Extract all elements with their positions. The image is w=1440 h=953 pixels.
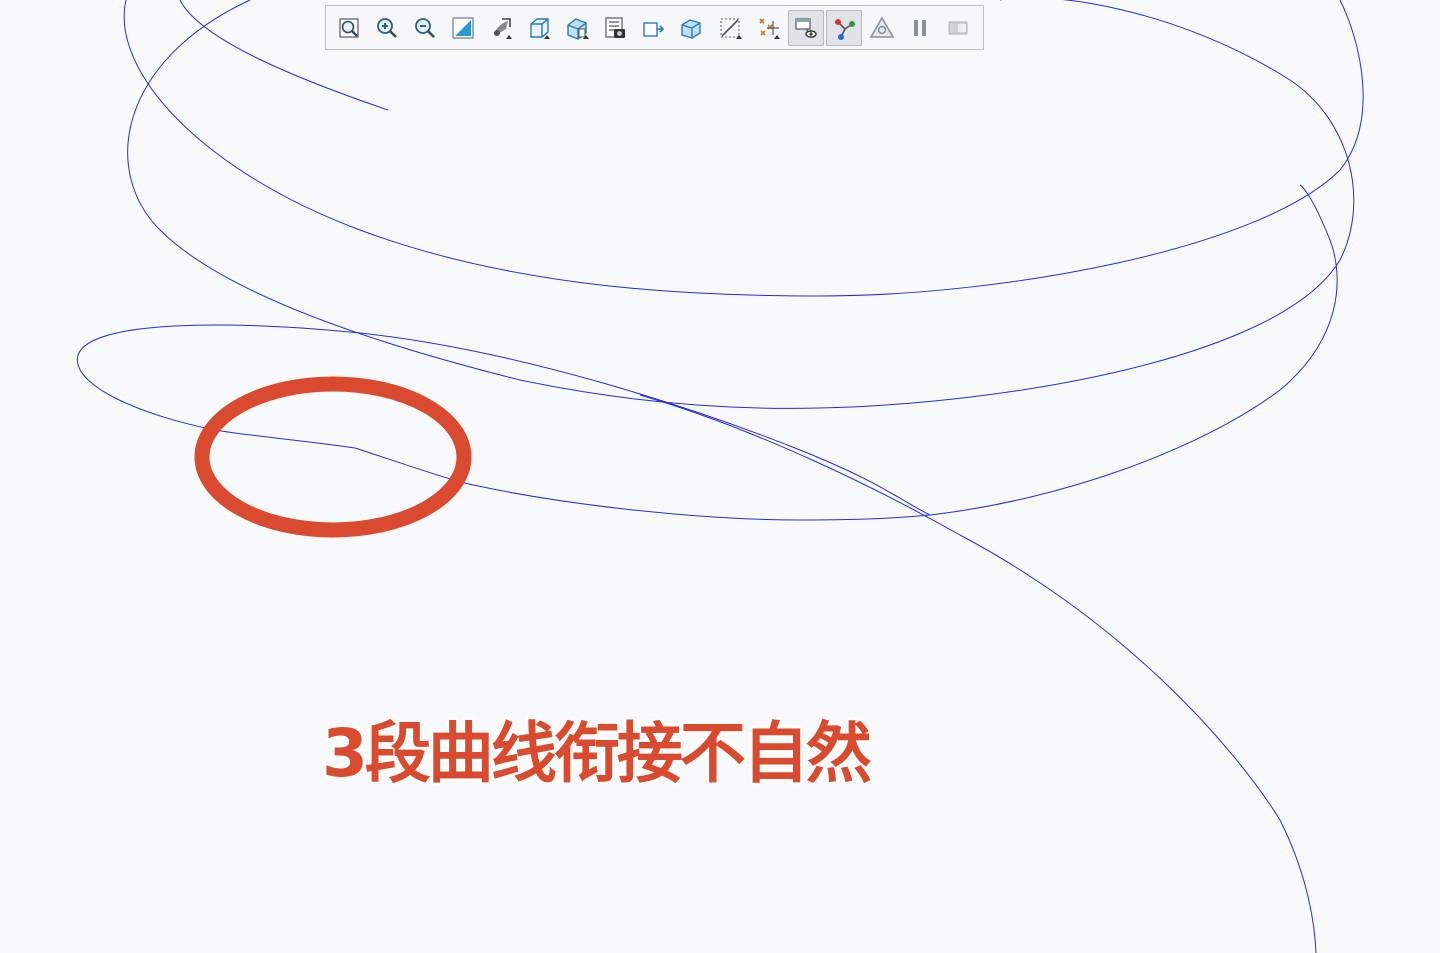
- toolbar-button-pause[interactable]: [902, 10, 938, 46]
- toolbar-button-reorient[interactable]: [483, 10, 519, 46]
- zoom-out-icon: [412, 15, 438, 41]
- tree-display-icon: [831, 15, 857, 41]
- repaint-icon: [450, 15, 476, 41]
- curve-segment-third-loop: [76, 184, 1338, 516]
- saved-orientation-icon: [526, 15, 552, 41]
- zoom-fit-icon: [336, 15, 362, 41]
- toolbar-button-next-step[interactable]: [940, 10, 976, 46]
- toolbar-button-perspective-view[interactable]: [636, 10, 672, 46]
- annotation-display-icon: [717, 15, 743, 41]
- curve-segment-second-loop: [127, 0, 1355, 409]
- toolbar-button-tree-display[interactable]: [825, 9, 862, 46]
- graphics-window[interactable]: 3段曲线衔接不自然: [0, 0, 1440, 953]
- view-manager-icon: [602, 15, 628, 41]
- datum-display-filter-icon: [755, 15, 781, 41]
- toolbar-button-saved-orientation[interactable]: [521, 10, 557, 46]
- appearance-icon: [869, 15, 895, 41]
- toolbar-button-spin-center[interactable]: [787, 9, 824, 46]
- curve-segment-tail: [639, 394, 1317, 953]
- annotation-caption: 3段曲线衔接不自然: [322, 715, 872, 792]
- toolbar-button-zoom-fit[interactable]: [331, 10, 367, 46]
- helix-curve-sketch: [76, 0, 1364, 953]
- zoom-in-icon: [374, 15, 400, 41]
- section-view-icon: [678, 15, 704, 41]
- curve-segment-junction: [354, 447, 931, 521]
- display-style-icon: [564, 15, 590, 41]
- toolbar-button-appearance[interactable]: [864, 10, 900, 46]
- view-toolbar: [325, 5, 984, 50]
- highlight-circle: [194, 376, 472, 538]
- toolbar-button-zoom-in[interactable]: [369, 10, 405, 46]
- toolbar-button-view-manager[interactable]: [597, 10, 633, 46]
- toolbar-button-zoom-out[interactable]: [407, 10, 443, 46]
- next-step-icon: [945, 15, 971, 41]
- reorient-icon: [488, 15, 514, 41]
- toolbar-button-section-view[interactable]: [674, 10, 710, 46]
- toolbar-button-datum-display-filter[interactable]: [750, 10, 786, 46]
- toolbar-button-annotation-display[interactable]: [712, 10, 748, 46]
- pause-icon: [907, 15, 933, 41]
- toolbar-button-repaint[interactable]: [445, 10, 481, 46]
- toolbar-button-display-style[interactable]: [559, 10, 595, 46]
- spin-center-icon: [793, 15, 819, 41]
- perspective-view-icon: [640, 15, 666, 41]
